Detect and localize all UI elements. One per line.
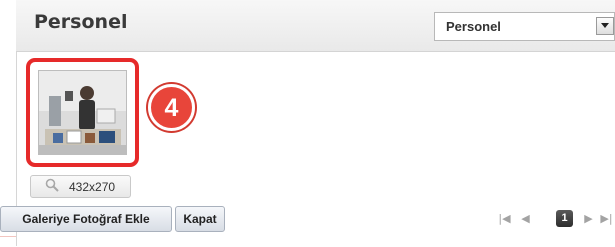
category-select-value: Personel: [446, 19, 501, 34]
image-size-label: 432x270: [69, 180, 116, 194]
photo-image: [39, 71, 126, 154]
photo-thumbnail-highlight[interactable]: [26, 58, 139, 167]
prev-page-icon[interactable]: ◀: [517, 210, 534, 227]
divider: [0, 236, 16, 247]
magnifier-icon: [45, 178, 59, 192]
dropdown-arrow-icon[interactable]: [596, 17, 614, 35]
close-button[interactable]: Kapat: [175, 206, 225, 232]
last-page-icon[interactable]: ▶|: [598, 210, 615, 227]
step-number-badge: 4: [148, 84, 195, 131]
next-page-icon[interactable]: ▶: [580, 210, 597, 227]
current-page-number[interactable]: 1: [556, 210, 573, 227]
photo-thumbnail[interactable]: [38, 70, 127, 155]
page-title: Personel: [34, 11, 128, 33]
add-photo-to-gallery-button[interactable]: Galeriye Fotoğraf Ekle: [0, 206, 172, 232]
step-number: 4: [164, 94, 179, 122]
image-size-button[interactable]: 432x270: [30, 175, 131, 198]
category-select[interactable]: Personel: [434, 12, 615, 41]
first-page-icon[interactable]: |◀: [496, 210, 513, 227]
